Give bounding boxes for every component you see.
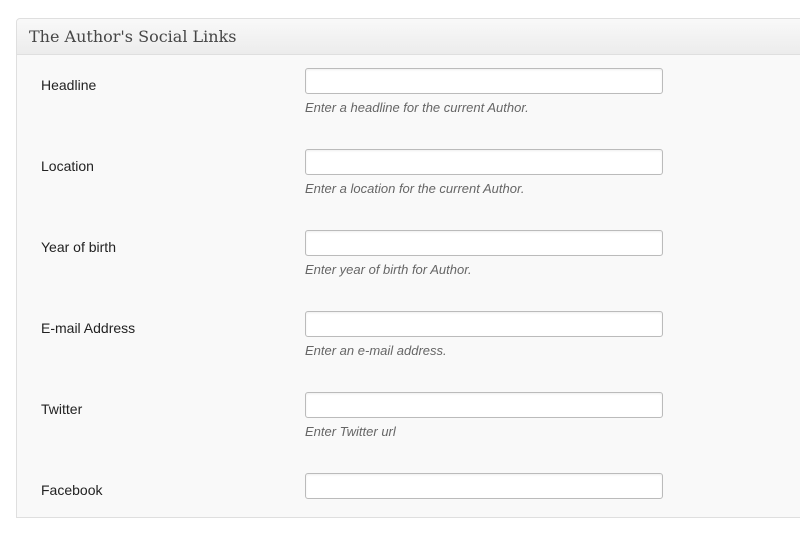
panel-title: The Author's Social Links <box>29 27 237 46</box>
field-row-year-of-birth: Year of birth Enter year of birth for Au… <box>41 230 741 299</box>
location-description: Enter a location for the current Author. <box>305 181 525 196</box>
email-label: E-mail Address <box>41 320 136 336</box>
headline-description: Enter a headline for the current Author. <box>305 100 529 115</box>
location-label: Location <box>41 158 94 174</box>
field-row-facebook: Facebook <box>41 473 741 542</box>
facebook-label: Facebook <box>41 482 103 498</box>
twitter-label: Twitter <box>41 401 83 417</box>
field-row-twitter: Twitter Enter Twitter url <box>41 392 741 461</box>
field-row-headline: Headline Enter a headline for the curren… <box>41 68 741 137</box>
year-of-birth-description: Enter year of birth for Author. <box>305 262 472 277</box>
headline-input[interactable] <box>305 68 663 94</box>
twitter-description: Enter Twitter url <box>305 424 396 439</box>
email-description: Enter an e-mail address. <box>305 343 447 358</box>
panel-header: The Author's Social Links <box>17 19 800 55</box>
field-row-email: E-mail Address Enter an e-mail address. <box>41 311 741 380</box>
location-input[interactable] <box>305 149 663 175</box>
field-row-location: Location Enter a location for the curren… <box>41 149 741 218</box>
email-input[interactable] <box>305 311 663 337</box>
headline-label: Headline <box>41 77 97 93</box>
year-of-birth-input[interactable] <box>305 230 663 256</box>
twitter-input[interactable] <box>305 392 663 418</box>
facebook-input[interactable] <box>305 473 663 499</box>
author-social-links-panel: The Author's Social Links Headline Enter… <box>16 18 800 518</box>
year-of-birth-label: Year of birth <box>41 239 116 255</box>
